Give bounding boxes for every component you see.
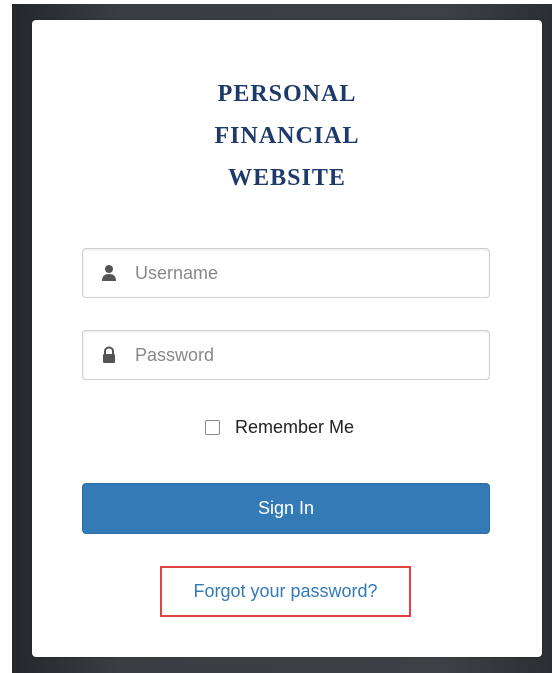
site-title-line-2: Financial	[214, 114, 360, 151]
login-card: Personal Financial Website	[32, 20, 542, 657]
remember-me-label: Remember Me	[235, 416, 355, 437]
sign-in-button[interactable]: Sign In	[82, 483, 490, 534]
site-title: Personal Financial Website	[32, 70, 542, 196]
window-frame: Personal Financial Website	[0, 0, 552, 673]
username-input[interactable]	[135, 249, 475, 297]
username-field-group[interactable]	[82, 248, 490, 298]
site-title-line-3: Website	[228, 156, 346, 193]
password-input[interactable]	[135, 331, 475, 379]
password-field-group[interactable]	[82, 330, 490, 380]
lock-icon	[101, 346, 117, 364]
remember-me-checkbox[interactable]	[205, 419, 220, 435]
user-icon	[101, 264, 117, 282]
site-title-line-1: Personal	[217, 72, 357, 109]
forgot-password-link[interactable]: Forgot your password?	[162, 568, 409, 615]
forgot-password-highlight: Forgot your password?	[160, 566, 411, 617]
remember-me[interactable]: Remember Me	[205, 415, 354, 439]
